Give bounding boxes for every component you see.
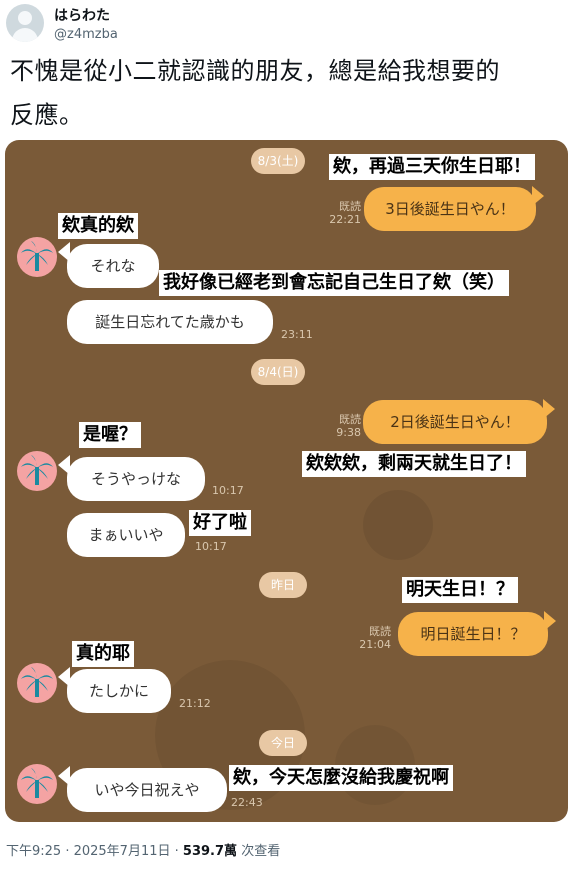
message-bubble-incoming[interactable]: いや今日祝えや — [67, 768, 227, 812]
message-time: 22:21 — [329, 213, 361, 226]
palm-tree-icon — [21, 768, 53, 798]
message-bubble-outgoing[interactable]: 明日誕生日！？ — [398, 612, 548, 656]
background-clover-icon — [363, 490, 433, 560]
footer-separator: · — [174, 844, 179, 859]
date-separator: 8/3(土) — [251, 148, 305, 174]
palm-tree-icon — [21, 241, 53, 271]
message-time: 10:17 — [195, 540, 227, 553]
message-time: 22:43 — [231, 796, 263, 809]
translation-caption: 明天生日！？ — [402, 577, 518, 603]
tweet-footer: 下午9:25 · 2025年7月11日 · 539.7萬 次查看 — [6, 840, 280, 859]
display-name[interactable]: はらわた — [54, 5, 110, 25]
chat-screenshot[interactable]: 8/3(土) 8/4(日) 昨日 今日 3日後誕生日やん！ 既読 22:21 そ… — [5, 140, 568, 822]
translation-caption: 欸，再過三天你生日耶！ — [329, 154, 535, 180]
message-meta: 既読 9:38 — [323, 413, 361, 439]
read-receipt: 既読 — [369, 625, 391, 638]
user-avatar[interactable] — [6, 4, 44, 42]
translation-caption: 欸，今天怎麼沒給我慶祝啊 — [229, 765, 453, 791]
date-separator: 今日 — [259, 730, 307, 756]
date-separator: 8/4(日) — [251, 359, 305, 385]
translation-caption: 好了啦 — [189, 510, 251, 536]
message-bubble-incoming[interactable]: 誕生日忘れてた歳かも — [67, 300, 273, 344]
message-bubble-outgoing[interactable]: 2日後誕生日やん！ — [363, 400, 547, 444]
read-receipt: 既読 — [339, 200, 361, 213]
message-bubble-outgoing[interactable]: 3日後誕生日やん！ — [364, 187, 536, 231]
message-time: 9:38 — [336, 426, 361, 439]
read-receipt: 既読 — [339, 413, 361, 426]
message-meta: 既読 21:04 — [353, 625, 391, 651]
message-time: 23:11 — [281, 328, 313, 341]
message-meta: 既読 22:21 — [323, 200, 361, 226]
message-bubble-incoming[interactable]: それな — [67, 244, 159, 288]
translation-caption: 欸欸欸，剩兩天就生日了！ — [302, 451, 526, 477]
translation-caption: 欸真的欸 — [58, 213, 138, 239]
message-time: 21:04 — [359, 638, 391, 651]
views-label: 次查看 — [241, 844, 281, 859]
user-handle[interactable]: @z4mzba — [54, 27, 118, 42]
friend-avatar[interactable] — [17, 451, 57, 491]
message-bubble-incoming[interactable]: たしかに — [67, 669, 171, 713]
translation-caption: 我好像已經老到會忘記自己生日了欸（笑） — [159, 270, 509, 296]
date-separator: 昨日 — [259, 572, 307, 598]
message-time: 21:12 — [179, 697, 211, 710]
tweet-text-line-2: 反應。 — [10, 101, 84, 129]
translation-caption: 真的耶 — [72, 641, 134, 667]
tweet-timestamp[interactable]: 下午9:25 · 2025年7月11日 — [6, 844, 171, 859]
friend-avatar[interactable] — [17, 237, 57, 277]
message-bubble-incoming[interactable]: そうやっけな — [67, 457, 205, 501]
friend-avatar[interactable] — [17, 663, 57, 703]
palm-tree-icon — [21, 667, 53, 697]
message-time: 10:17 — [212, 484, 244, 497]
views-count: 539.7萬 — [182, 844, 238, 859]
friend-avatar[interactable] — [17, 764, 57, 804]
tweet-text-line-1: 不愧是從小二就認識的朋友，總是給我想要的 — [10, 57, 500, 85]
default-avatar-icon — [18, 11, 32, 25]
palm-tree-icon — [21, 455, 53, 485]
message-bubble-incoming[interactable]: まぁいいや — [67, 513, 185, 557]
translation-caption: 是喔？ — [79, 422, 141, 448]
